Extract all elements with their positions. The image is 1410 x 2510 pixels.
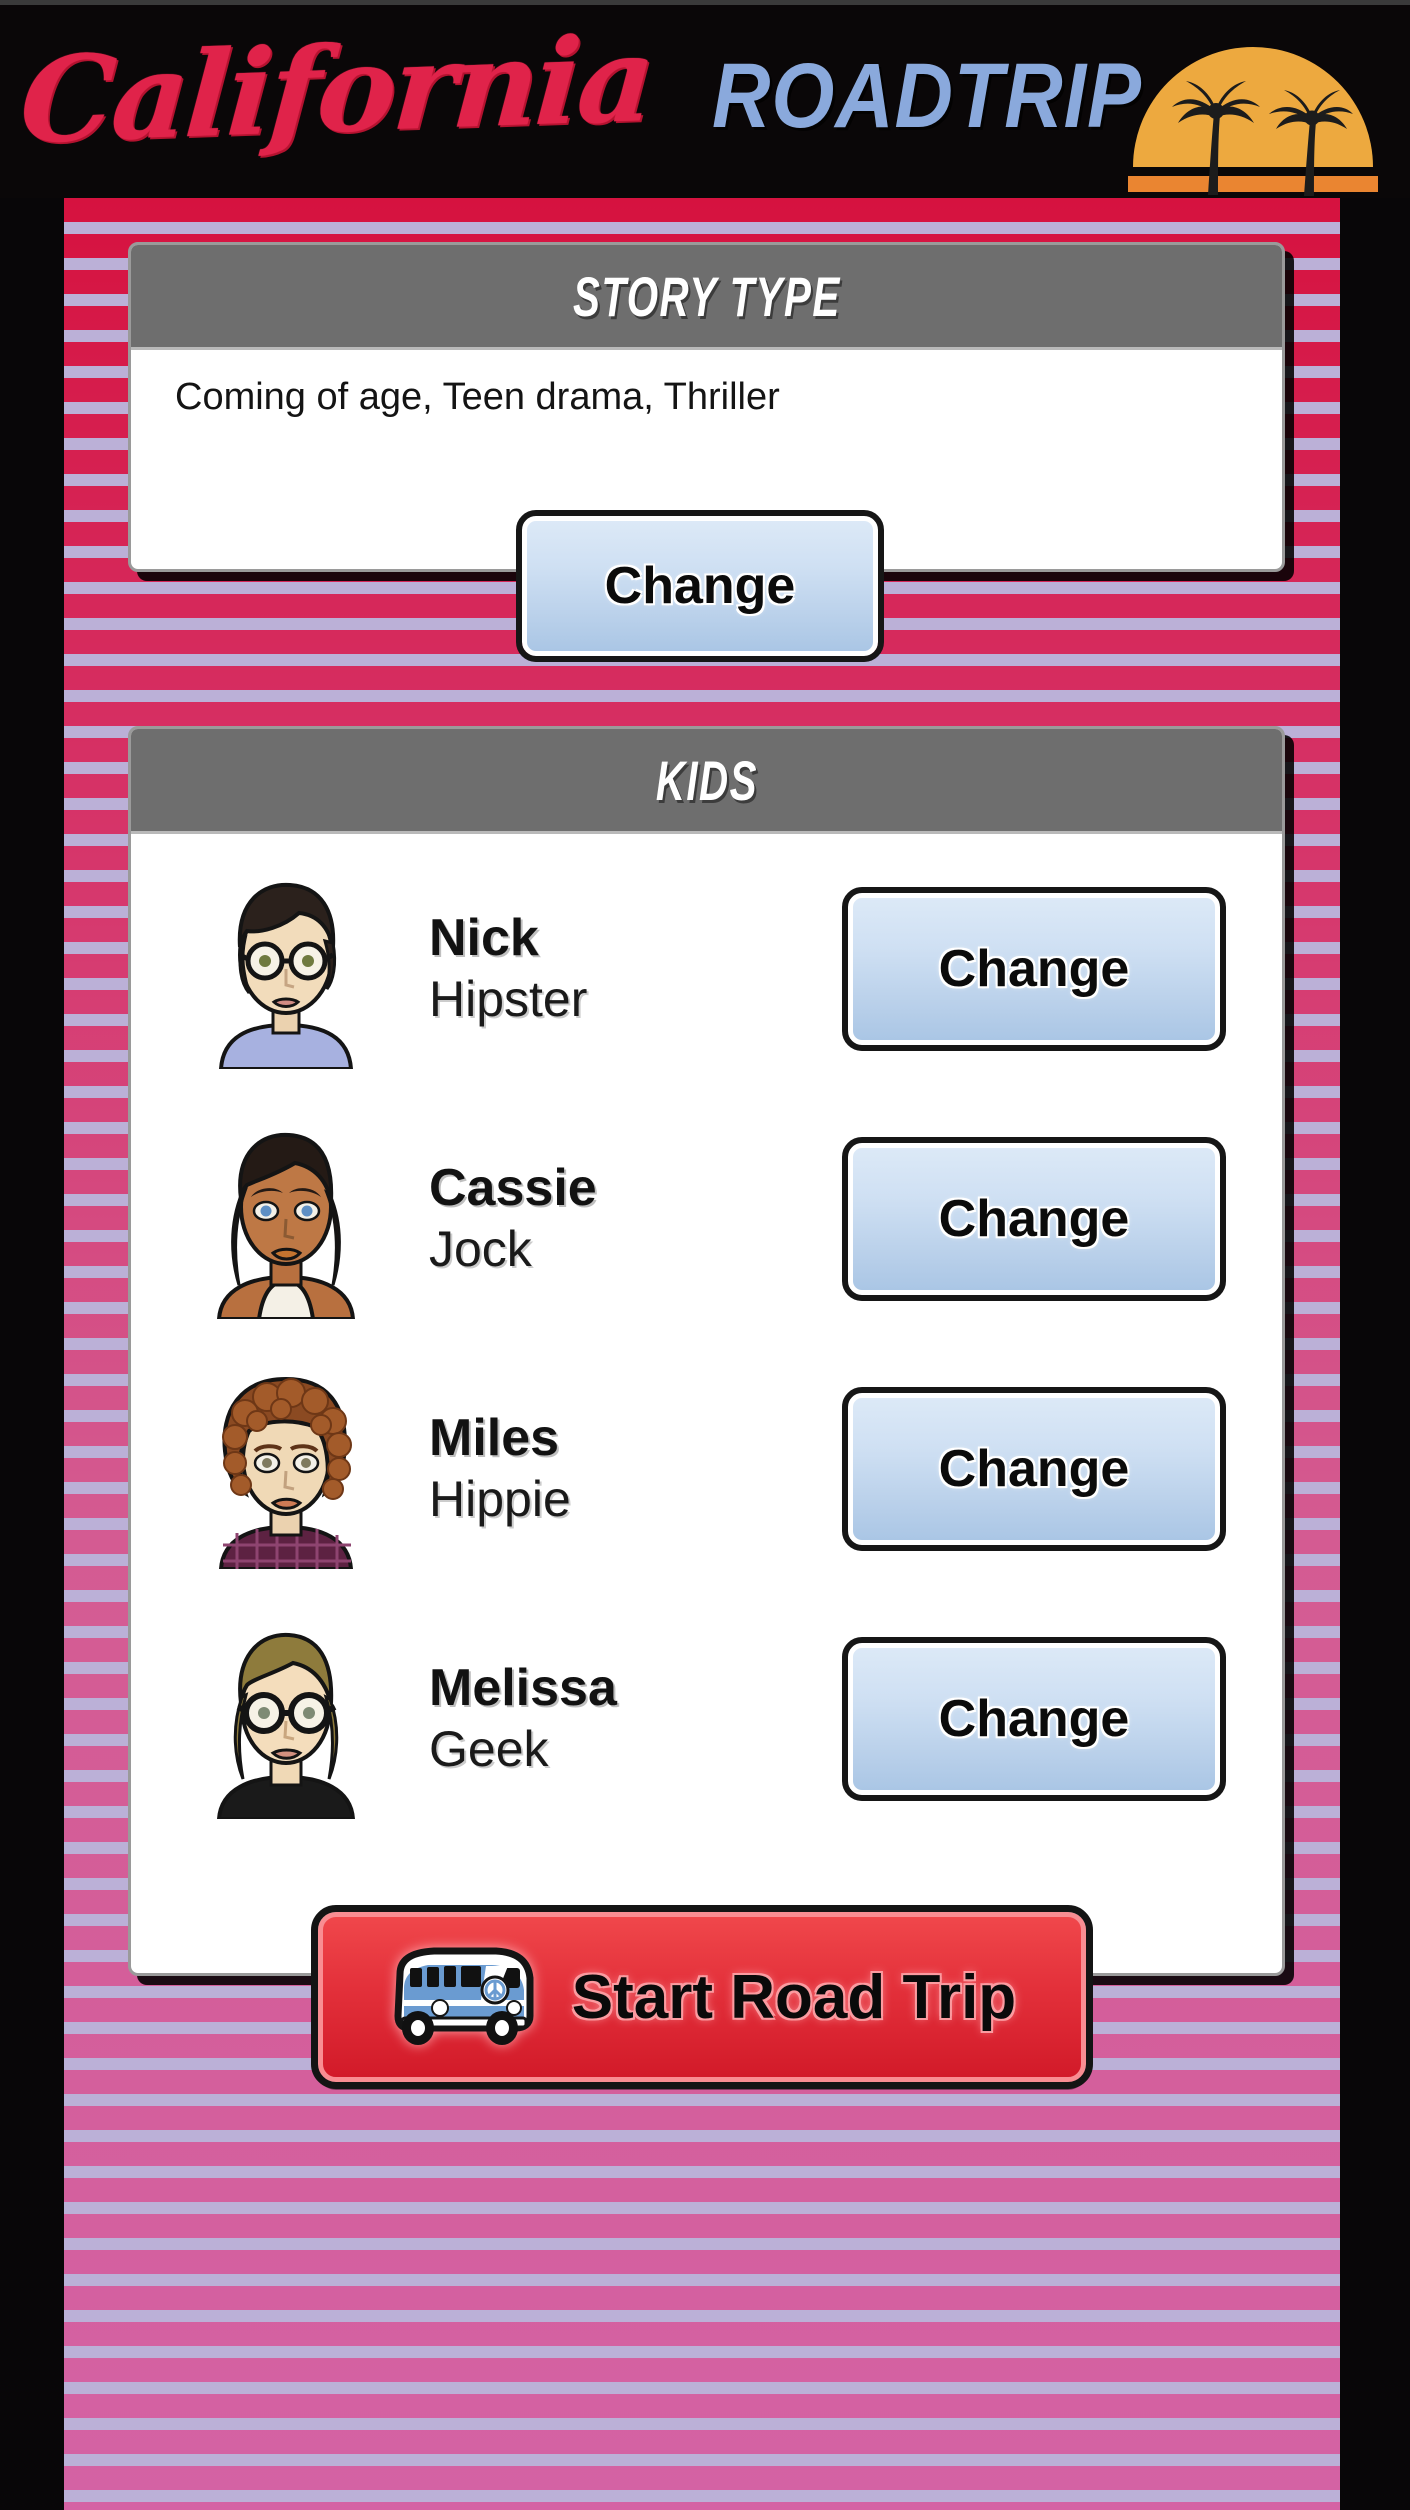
avatar-cassie-icon xyxy=(191,1119,381,1319)
kid-row: Cassie Jock Change xyxy=(131,1094,1282,1344)
story-type-change-label: Change xyxy=(604,557,796,615)
kids-header: KIDS xyxy=(131,729,1282,834)
story-type-title: STORY TYPE xyxy=(572,264,841,328)
story-type-header: STORY TYPE xyxy=(131,245,1282,350)
sunset-palms-icon xyxy=(1128,47,1378,197)
header-top-line xyxy=(0,0,1410,5)
kid-change-label: Change xyxy=(938,940,1130,998)
kid-change-label: Change xyxy=(938,1440,1130,1498)
kids-list: Nick Hipster Change Cassie Jock Change M… xyxy=(131,834,1282,1844)
kid-change-button[interactable]: Change xyxy=(842,1387,1226,1551)
story-type-body: Coming of age, Teen drama, Thriller xyxy=(131,350,1282,419)
story-type-value: Coming of age, Teen drama, Thriller xyxy=(175,376,780,418)
logo-script-text: California xyxy=(16,9,657,170)
kid-row: Miles Hippie Change xyxy=(131,1344,1282,1594)
game-screen: California ROADTRIP STORY TYPE Coming of… xyxy=(0,0,1410,2510)
kid-change-label: Change xyxy=(938,1690,1130,1748)
palm-tree-right-icon xyxy=(1265,84,1357,197)
game-logo: California ROADTRIP xyxy=(16,9,1378,197)
avatar-nick-icon xyxy=(191,869,381,1069)
app-header: California ROADTRIP xyxy=(0,0,1410,198)
kids-title: KIDS xyxy=(655,748,758,812)
start-road-trip-label: Start Road Trip xyxy=(571,1962,1017,2032)
avatar-melissa-icon xyxy=(191,1619,381,1819)
kid-row: Melissa Geek Change xyxy=(131,1594,1282,1844)
start-road-trip-button[interactable]: Start Road Trip xyxy=(311,1905,1093,2089)
avatar-miles-icon xyxy=(191,1369,381,1569)
palm-tree-left-icon xyxy=(1168,75,1264,197)
kids-panel: KIDS Nick Hipster Change Cassie Jock Cha… xyxy=(128,726,1285,1976)
vw-bus-icon xyxy=(388,1944,538,2050)
kid-change-label: Change xyxy=(938,1190,1130,1248)
story-type-change-button[interactable]: Change xyxy=(516,510,884,662)
kid-row: Nick Hipster Change xyxy=(131,844,1282,1094)
kid-change-button[interactable]: Change xyxy=(842,1637,1226,1801)
kid-change-button[interactable]: Change xyxy=(842,887,1226,1051)
logo-block-text: ROADTRIP xyxy=(712,45,1142,147)
kid-change-button[interactable]: Change xyxy=(842,1137,1226,1301)
